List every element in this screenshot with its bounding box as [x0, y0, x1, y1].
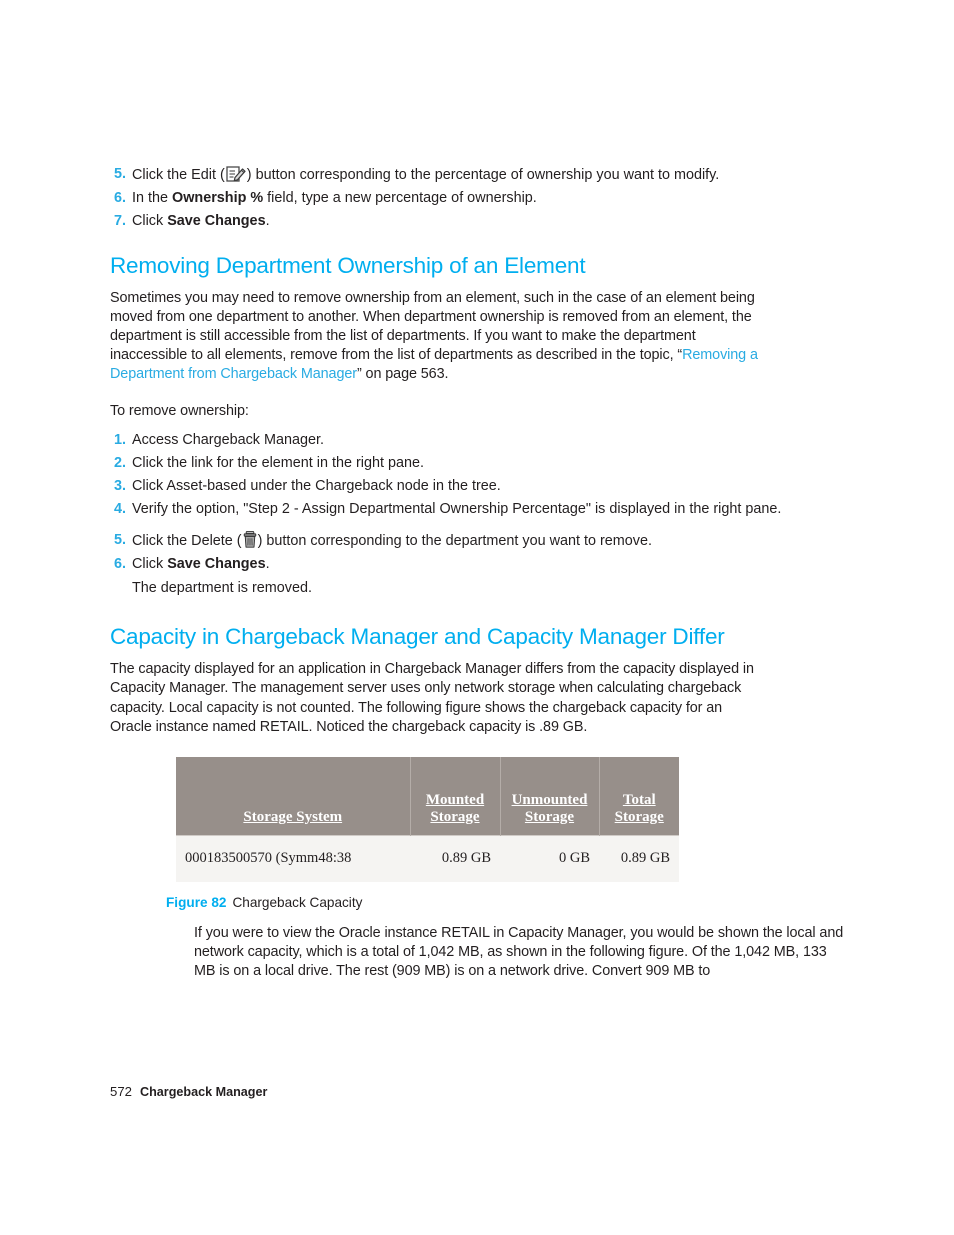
step-text: Click Save Changes.: [132, 212, 844, 231]
step-text-prefix: Click: [132, 555, 168, 572]
table-header-row: Storage System Mounted Storage Unmounted…: [176, 757, 679, 835]
step-text-suffix: field, type a new percentage of ownershi…: [263, 190, 537, 207]
section-removing-paragraph: Sometimes you may need to remove ownersh…: [110, 289, 760, 385]
document-page: 5. Click the Edit ( ) button correspondi…: [0, 0, 954, 1235]
step-number: 1.: [114, 431, 127, 448]
list-item: 4. Verify the option, "Step 2 - Assign D…: [110, 500, 844, 519]
step-text-prefix: Click: [132, 213, 168, 230]
page-footer: 572 Chargeback Manager: [110, 1084, 267, 1099]
column-header-label-line1: Total: [622, 791, 656, 808]
step-number: 6.: [114, 190, 127, 207]
list-item: 6. In the Ownership % field, type a new …: [110, 189, 844, 208]
step-text-bold: Save Changes: [167, 555, 266, 572]
column-header-label: Storage System: [243, 808, 343, 825]
step-text: Verify the option, "Step 2 - Assign Depa…: [132, 501, 782, 518]
step-text-prefix: In the: [132, 190, 173, 207]
remove-ownership-intro: To remove ownership:: [110, 402, 249, 419]
paragraph-part2: ” on page 563.: [356, 366, 449, 383]
column-header-label-line2: Storage: [524, 808, 575, 825]
step-number: 6.: [114, 555, 127, 572]
footer-page-number: 572: [110, 1084, 133, 1099]
remove-ownership-step-list: 1. Access Chargeback Manager. 2. Click t…: [110, 431, 844, 598]
column-header-label-line2: Storage: [614, 808, 664, 825]
column-header-total-storage[interactable]: Total Storage: [599, 757, 679, 835]
column-header-label-line1: Unmounted: [511, 791, 588, 808]
list-item: 3. Click Asset-based under the Chargebac…: [110, 477, 844, 496]
step-number: 5.: [114, 166, 127, 182]
capacity-table: Storage System Mounted Storage Unmounted…: [176, 757, 679, 882]
column-header-label-line2: Storage: [430, 808, 480, 825]
step-text-before: Click the Delete (: [132, 532, 242, 549]
table-row: 000183500570 (Symm48:38 0.89 GB 0 GB 0.8…: [176, 834, 679, 882]
list-item: 6. Click Save Changes. The department is…: [110, 555, 844, 598]
paragraph-after-figure: If you were to view the Oracle instance …: [194, 925, 844, 980]
column-header-storage-system[interactable]: Storage System: [176, 757, 411, 835]
figure-title: Chargeback Capacity: [232, 895, 363, 910]
step-text: In the Ownership % field, type a new per…: [132, 189, 844, 208]
step-text-suffix: .: [265, 555, 270, 572]
figure-chargeback-capacity: Storage System Mounted Storage Unmounted…: [176, 757, 679, 882]
list-item: 7. Click Save Changes.: [110, 212, 844, 231]
cell-total-storage: 0.89 GB: [599, 834, 679, 882]
step-text-suffix: .: [265, 213, 270, 230]
column-header-mounted-storage[interactable]: Mounted Storage: [410, 757, 501, 835]
step-text-after: ) button corresponding to the department…: [257, 532, 652, 549]
step-number: 7.: [114, 213, 127, 230]
table-header: Storage System Mounted Storage Unmounted…: [176, 757, 679, 835]
step-text-bold: Save Changes: [167, 213, 266, 230]
step-result-text: The department is removed.: [132, 580, 312, 597]
section-heading-capacity: Capacity in Chargeback Manager and Capac…: [110, 624, 725, 650]
table-body: 000183500570 (Symm48:38 0.89 GB 0 GB 0.8…: [176, 834, 679, 882]
column-header-label-line1: Mounted: [425, 791, 485, 808]
cell-unmounted-storage: 0 GB: [500, 834, 599, 882]
step-number: 4.: [114, 501, 127, 518]
step-text: Click Asset-based under the Chargeback n…: [132, 478, 501, 495]
footer-chapter-title: Chargeback Manager: [140, 1085, 268, 1099]
page-content: 5. Click the Edit ( ) button correspondi…: [110, 165, 844, 737]
step-number: 3.: [114, 478, 127, 495]
step-text: Click the Delete ( ) button correspondin…: [132, 530, 844, 551]
list-item: 1. Access Chargeback Manager.: [110, 431, 844, 450]
step-text-before: Click the Edit (: [132, 167, 225, 183]
list-item: 2. Click the link for the element in the…: [110, 454, 844, 473]
step-number: 2.: [114, 455, 127, 472]
delete-icon: [243, 530, 257, 548]
step-text: Access Chargeback Manager.: [132, 431, 324, 448]
step-text: Click the link for the element in the ri…: [132, 455, 424, 472]
step-text-bold: Ownership %: [172, 190, 264, 207]
step-text: Click the Edit ( ) button corresponding …: [132, 165, 844, 185]
cell-mounted-storage: 0.89 GB: [410, 834, 500, 882]
figure-label: Figure 82: [166, 895, 227, 910]
column-header-unmounted-storage[interactable]: Unmounted Storage: [500, 757, 600, 835]
step-text-after: ) button corresponding to the percentage…: [246, 167, 720, 183]
paragraph-part1: Sometimes you may need to remove ownersh…: [110, 289, 755, 364]
section-heading-removing: Removing Department Ownership of an Elem…: [110, 252, 586, 278]
list-item: 5. Click the Delete ( ) button correspon…: [110, 530, 844, 551]
list-item: 5. Click the Edit ( ) button correspondi…: [110, 165, 844, 185]
figure-caption: Figure 82 Chargeback Capacity: [166, 894, 362, 912]
section-capacity-paragraph: The capacity displayed for an applicatio…: [110, 661, 754, 735]
edit-icon: [226, 165, 246, 183]
cell-storage-system: 000183500570 (Symm48:38: [176, 834, 410, 882]
step-text: Click Save Changes. The department is re…: [132, 555, 844, 598]
step-number: 5.: [114, 531, 127, 548]
top-step-list: 5. Click the Edit ( ) button correspondi…: [110, 165, 844, 232]
